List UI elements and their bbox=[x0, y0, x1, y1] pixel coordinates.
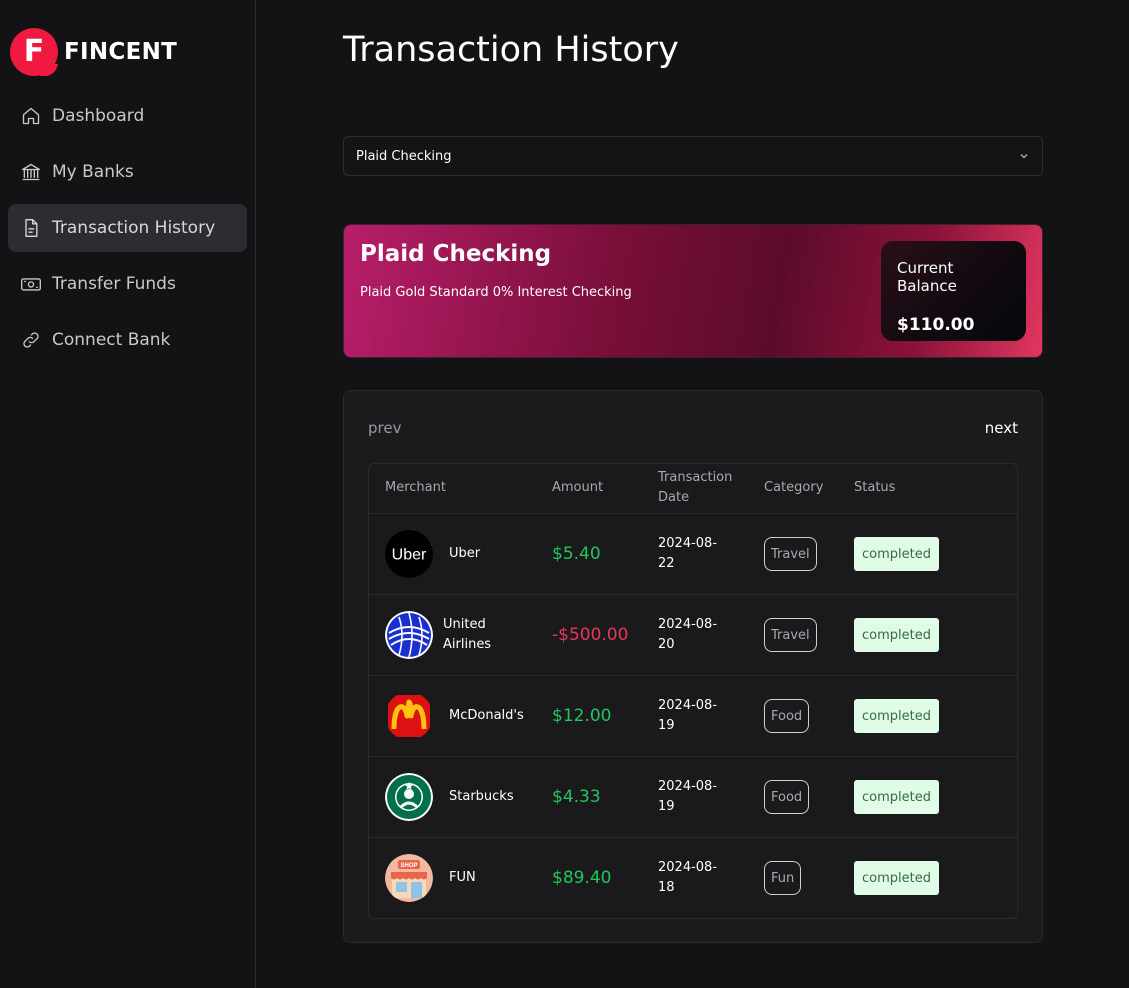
balance-value: $110.00 bbox=[897, 315, 975, 335]
home-icon bbox=[20, 105, 42, 127]
prev-button[interactable]: prev bbox=[368, 419, 401, 437]
logo-letter: F bbox=[23, 33, 45, 69]
sidebar-item-label: Transfer Funds bbox=[52, 274, 176, 294]
amount: $5.40 bbox=[552, 544, 601, 564]
sidebar-nav: Dashboard My Banks Transaction History T… bbox=[8, 92, 247, 364]
account-select[interactable]: Plaid Checking bbox=[343, 136, 1043, 176]
merchant-name: McDonald's bbox=[449, 708, 524, 723]
document-icon bbox=[20, 217, 42, 239]
status-badge: completed bbox=[854, 699, 939, 733]
table-row[interactable]: Starbucks $4.33 2024-08-19 Food complete… bbox=[369, 757, 1017, 838]
table-row[interactable]: Uber Uber $5.40 2024-08-22 Travel comple… bbox=[369, 514, 1017, 595]
sidebar: F FINCENT Dashboard My Banks Transaction… bbox=[0, 0, 256, 988]
header-date: Transaction Date bbox=[658, 470, 733, 505]
header-status: Status bbox=[854, 480, 896, 495]
merchant-name: Starbucks bbox=[449, 789, 514, 804]
shop-logo: SHOP bbox=[385, 854, 433, 902]
header-merchant: Merchant bbox=[385, 480, 446, 495]
transactions-panel: prev next Merchant Amount Transaction Da… bbox=[343, 390, 1043, 943]
amount: $12.00 bbox=[552, 706, 612, 726]
amount: $4.33 bbox=[552, 787, 601, 807]
table-row[interactable]: SHOP FUN $89.40 2024-08-18 Fun completed bbox=[369, 838, 1017, 919]
amount: -$500.00 bbox=[552, 625, 629, 645]
table-row[interactable]: McDonald's $12.00 2024-08-19 Food comple… bbox=[369, 676, 1017, 757]
sidebar-item-label: Dashboard bbox=[52, 106, 145, 126]
merchant-name: United Airlines bbox=[443, 617, 492, 652]
mcdonalds-logo bbox=[385, 692, 433, 740]
transaction-date: 2024-08-22 bbox=[658, 536, 718, 571]
category-badge: Food bbox=[764, 699, 810, 733]
amount: $89.40 bbox=[552, 868, 612, 888]
transaction-date: 2024-08-18 bbox=[658, 860, 718, 895]
balance-label: Current Balance bbox=[897, 259, 957, 295]
chevron-down-icon bbox=[1018, 147, 1030, 166]
sidebar-item-connect-bank[interactable]: Connect Bank bbox=[8, 316, 247, 364]
transaction-date: 2024-08-19 bbox=[658, 698, 718, 733]
brand[interactable]: F FINCENT bbox=[8, 20, 247, 84]
status-badge: completed bbox=[854, 537, 939, 571]
transaction-date: 2024-08-19 bbox=[658, 779, 718, 814]
table-row[interactable]: United Airlines -$500.00 2024-08-20 Trav… bbox=[369, 595, 1017, 676]
link-icon bbox=[20, 329, 42, 351]
sidebar-item-label: Connect Bank bbox=[52, 330, 171, 350]
bank-info-card: Plaid Checking Plaid Gold Standard 0% In… bbox=[343, 224, 1043, 358]
brand-name: FINCENT bbox=[64, 39, 178, 65]
sidebar-item-label: My Banks bbox=[52, 162, 134, 182]
status-badge: completed bbox=[854, 618, 939, 652]
current-balance-box: Current Balance $110.00 bbox=[881, 241, 1026, 341]
sidebar-item-label: Transaction History bbox=[52, 218, 216, 238]
page-title: Transaction History bbox=[343, 30, 679, 70]
merchant-name: FUN bbox=[449, 870, 476, 885]
bank-icon bbox=[20, 161, 42, 183]
sidebar-item-transaction-history[interactable]: Transaction History bbox=[8, 204, 247, 252]
transaction-date: 2024-08-20 bbox=[658, 617, 718, 652]
sidebar-item-my-banks[interactable]: My Banks bbox=[8, 148, 247, 196]
starbucks-logo bbox=[385, 773, 433, 821]
category-badge: Travel bbox=[764, 618, 817, 652]
fincent-logo: F bbox=[10, 28, 58, 76]
header-category: Category bbox=[764, 480, 824, 495]
next-button[interactable]: next bbox=[985, 419, 1018, 437]
svg-text:Uber: Uber bbox=[392, 547, 427, 564]
category-badge: Travel bbox=[764, 537, 817, 571]
header-amount: Amount bbox=[552, 480, 604, 495]
merchant-name: Uber bbox=[449, 546, 481, 561]
table-header: Merchant Amount Transaction Date Categor… bbox=[369, 464, 1017, 514]
uber-logo: Uber bbox=[385, 530, 433, 578]
sidebar-item-dashboard[interactable]: Dashboard bbox=[8, 92, 247, 140]
category-badge: Fun bbox=[764, 861, 802, 895]
united-airlines-logo bbox=[385, 611, 433, 659]
account-select-value: Plaid Checking bbox=[356, 148, 452, 164]
transactions-table: Merchant Amount Transaction Date Categor… bbox=[368, 463, 1018, 919]
money-icon bbox=[20, 273, 42, 295]
svg-text:SHOP: SHOP bbox=[400, 863, 417, 869]
status-badge: completed bbox=[854, 861, 939, 895]
category-badge: Food bbox=[764, 780, 810, 814]
status-badge: completed bbox=[854, 780, 939, 814]
sidebar-item-transfer-funds[interactable]: Transfer Funds bbox=[8, 260, 247, 308]
